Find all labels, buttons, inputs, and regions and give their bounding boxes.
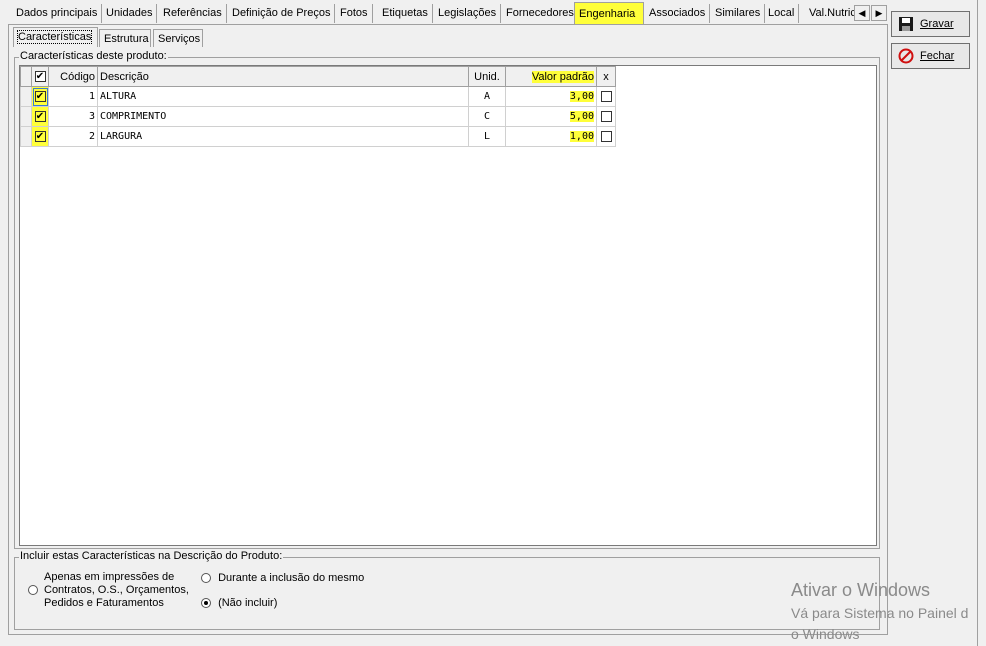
close-button[interactable]: Fechar: [891, 43, 970, 69]
x-cell[interactable]: [596, 126, 616, 147]
characteristics-table: ✔ Código Descrição Unid. Valor padrão x …: [20, 66, 616, 147]
tab-unidades[interactable]: Unidades: [102, 4, 158, 23]
radio-button[interactable]: [201, 573, 211, 584]
default-value-cell[interactable]: 5,00: [505, 106, 597, 127]
x-header[interactable]: x: [596, 66, 616, 87]
unit-header[interactable]: Unid.: [468, 66, 506, 87]
radio-button[interactable]: [28, 585, 38, 596]
activate-windows-line2: Vá para Sistema no Painel d: [791, 605, 969, 621]
description-header[interactable]: Descrição: [97, 66, 469, 87]
row-indicator: [20, 106, 32, 127]
code-cell[interactable]: 3: [48, 106, 98, 127]
tab-scroll-left-icon[interactable]: ◀: [854, 5, 870, 21]
row-checkbox-cell[interactable]: ✔: [31, 86, 49, 107]
code-cell[interactable]: 1: [48, 86, 98, 107]
table-header-row: ✔ Código Descrição Unid. Valor padrão x: [20, 66, 616, 87]
option-inclusao-label: Durante a inclusão do mesmo: [218, 572, 365, 584]
option-impressoes-line3: Pedidos e Faturamentos: [44, 597, 164, 609]
tab-scroll-right-icon[interactable]: ▶: [871, 5, 887, 21]
tab-dados-principais[interactable]: Dados principais: [12, 4, 103, 23]
default-value: 5,00: [569, 111, 594, 122]
activate-windows-title: Ativar o Windows: [791, 580, 931, 600]
table-row[interactable]: ✔ 1 ALTURA A 3,00: [20, 86, 616, 107]
tab-associados[interactable]: Associados: [645, 4, 711, 23]
option-inclusao[interactable]: Durante a inclusão do mesmo: [201, 572, 364, 584]
option-nao-incluir-label: (Não incluir): [218, 597, 278, 609]
description-cell[interactable]: LARGURA: [97, 126, 469, 147]
x-checkbox[interactable]: [600, 110, 612, 122]
tab-legislacoes[interactable]: Legislações: [434, 4, 502, 23]
table-row[interactable]: ✔ 3 COMPRIMENTO C 5,00: [20, 106, 616, 127]
subtab-servicos[interactable]: Serviços: [153, 29, 203, 47]
tab-definicao-precos[interactable]: Definição de Preços: [228, 4, 336, 23]
default-value-cell[interactable]: 1,00: [505, 126, 597, 147]
select-all-header[interactable]: ✔: [31, 66, 49, 87]
tab-val-nutric[interactable]: Val.Nutric: [805, 4, 856, 23]
characteristics-grid[interactable]: ✔ Código Descrição Unid. Valor padrão x …: [19, 65, 877, 546]
subtab-caracteristicas[interactable]: Características: [13, 27, 98, 47]
save-button-label: Gravar: [920, 18, 954, 30]
radio-button-selected[interactable]: [201, 598, 211, 609]
subtab-estrutura[interactable]: Estrutura: [99, 29, 151, 47]
include-options-title: Incluir estas Características na Descriç…: [19, 550, 284, 562]
save-button-text: Gravar: [920, 18, 954, 30]
code-header[interactable]: Código: [48, 66, 98, 87]
row-indicator: [20, 86, 32, 107]
row-checkbox[interactable]: ✔: [34, 130, 46, 142]
description-cell[interactable]: COMPRIMENTO: [97, 106, 469, 127]
row-checkbox[interactable]: ✔: [34, 90, 46, 102]
unit-cell[interactable]: C: [468, 106, 506, 127]
tab-local[interactable]: Local: [764, 4, 800, 23]
option-impressoes-line2: Contratos, O.S., Orçamentos,: [44, 584, 189, 596]
row-checkbox-cell[interactable]: ✔: [31, 126, 49, 147]
window-edge: [977, 0, 978, 646]
tab-etiquetas[interactable]: Etiquetas: [378, 4, 433, 23]
default-value-header[interactable]: Valor padrão: [505, 66, 597, 87]
tab-similares[interactable]: Similares: [711, 4, 766, 23]
option-impressoes-line1: Apenas em impressões de: [44, 571, 175, 583]
tab-engenharia[interactable]: Engenharia: [574, 2, 644, 24]
save-button[interactable]: Gravar: [891, 11, 970, 37]
subtab-caracteristicas-label: Características: [16, 30, 93, 44]
floppy-disk-icon: [899, 17, 913, 31]
main-tab-bar: Dados principais Unidades Referências De…: [8, 2, 888, 24]
default-value: 3,00: [569, 91, 594, 102]
row-indicator-header: [20, 66, 32, 87]
x-cell[interactable]: [596, 106, 616, 127]
unit-cell[interactable]: L: [468, 126, 506, 147]
option-impressoes-radio[interactable]: [28, 584, 38, 596]
tab-referencias[interactable]: Referências: [159, 4, 227, 23]
description-cell[interactable]: ALTURA: [97, 86, 469, 107]
no-entry-icon: [898, 48, 914, 64]
close-button-label: Fechar: [920, 50, 954, 62]
activate-windows-line3: o Windows: [791, 626, 860, 642]
option-impressoes-label[interactable]: Apenas em impressões de Contratos, O.S.,…: [44, 571, 189, 610]
tab-fotos[interactable]: Fotos: [336, 4, 373, 23]
x-checkbox[interactable]: [600, 130, 612, 142]
characteristics-group-title: Características deste produto:: [19, 50, 168, 62]
option-nao-incluir[interactable]: (Não incluir): [201, 597, 277, 609]
default-value: 1,00: [569, 131, 594, 142]
unit-cell[interactable]: A: [468, 86, 506, 107]
default-value-header-label: Valor padrão: [531, 70, 594, 83]
x-cell[interactable]: [596, 86, 616, 107]
row-checkbox[interactable]: ✔: [34, 110, 46, 122]
default-value-cell[interactable]: 3,00: [505, 86, 597, 107]
tab-fornecedores[interactable]: Fornecedores: [502, 4, 579, 23]
x-checkbox[interactable]: [600, 90, 612, 102]
table-row[interactable]: ✔ 2 LARGURA L 1,00: [20, 126, 616, 147]
code-cell[interactable]: 2: [48, 126, 98, 147]
select-all-checkbox[interactable]: ✔: [34, 71, 46, 83]
row-indicator: [20, 126, 32, 147]
row-checkbox-cell[interactable]: ✔: [31, 106, 49, 127]
close-button-text: Fechar: [920, 50, 955, 62]
